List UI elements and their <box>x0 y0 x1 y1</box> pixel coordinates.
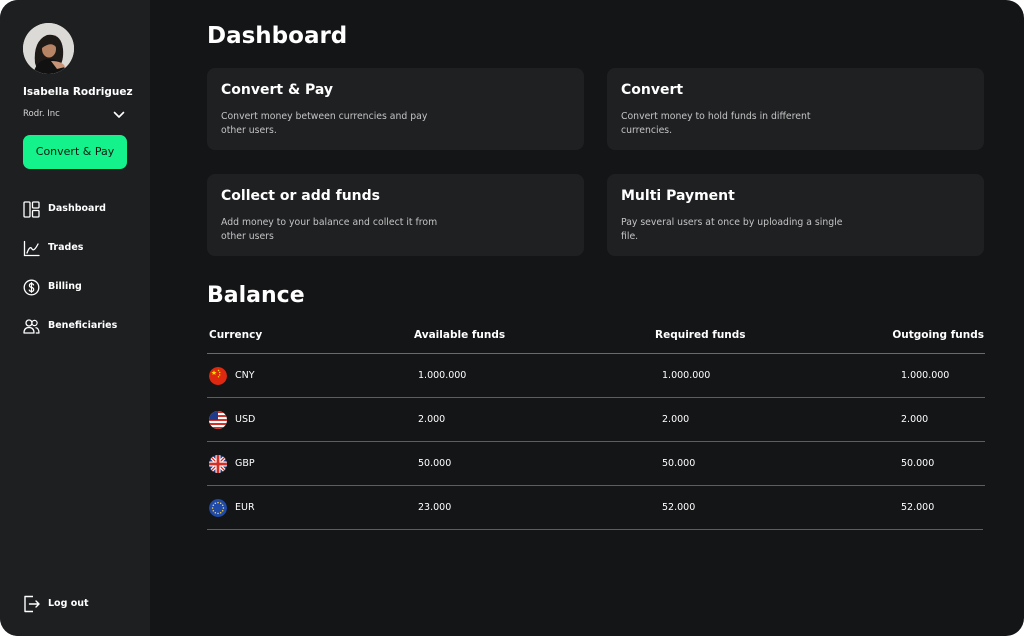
sidebar-item-beneficiaries[interactable]: Beneficiaries <box>23 318 138 336</box>
column-header-currency: Currency <box>209 329 263 341</box>
column-header-available: Available funds <box>414 329 506 341</box>
user-name: Isabella Rodriguez <box>23 86 133 98</box>
users-icon <box>23 319 40 334</box>
required-funds: 1.000.000 <box>662 370 711 381</box>
chart-icon <box>23 240 40 257</box>
balance-table-header: Currency Available funds Required funds … <box>207 327 985 354</box>
card-convert-pay[interactable]: Convert & Pay Convert money between curr… <box>207 68 584 150</box>
available-funds: 50.000 <box>418 458 452 469</box>
available-funds: 23.000 <box>418 502 452 513</box>
sidebar-item-label: Dashboard <box>48 203 106 214</box>
company-name: Rodr. Inc <box>23 109 60 119</box>
app-window: Isabella Rodriguez Rodr. Inc Convert & P… <box>0 0 1024 636</box>
logout-button[interactable]: Log out <box>23 595 123 613</box>
uk-flag-icon <box>209 455 227 473</box>
sidebar-item-label: Billing <box>48 281 82 292</box>
sidebar-item-label: Trades <box>48 242 84 253</box>
card-description: Convert money to hold funds in different… <box>621 111 811 136</box>
outgoing-funds: 2.000 <box>901 414 929 425</box>
card-description: Convert money between currencies and pay… <box>221 111 428 136</box>
currency-code: EUR <box>235 502 255 513</box>
card-convert[interactable]: Convert Convert money to hold funds in d… <box>607 68 984 150</box>
convert-pay-button[interactable]: Convert & Pay <box>23 135 127 169</box>
required-funds: 52.000 <box>662 502 696 513</box>
currency-code: USD <box>235 414 256 425</box>
required-funds: 50.000 <box>662 458 696 469</box>
available-funds: 2.000 <box>418 414 446 425</box>
table-row[interactable]: EUR 23.000 52.000 52.000 <box>207 486 983 530</box>
chevron-down-icon[interactable] <box>112 108 126 122</box>
card-title: Collect or add funds <box>221 188 380 204</box>
available-funds: 1.000.000 <box>418 370 467 381</box>
card-title: Multi Payment <box>621 188 735 204</box>
card-collect-add-funds[interactable]: Collect or add funds Add money to your b… <box>207 174 584 256</box>
china-flag-icon <box>209 367 227 385</box>
currency-code: CNY <box>235 370 255 381</box>
table-row[interactable]: GBP 50.000 50.000 50.000 <box>207 442 985 486</box>
column-header-outgoing: Outgoing funds <box>892 329 984 341</box>
card-title: Convert & Pay <box>221 82 334 98</box>
outgoing-funds: 52.000 <box>901 502 935 513</box>
sidebar: Isabella Rodriguez Rodr. Inc Convert & P… <box>0 0 150 636</box>
currency-code: GBP <box>235 458 255 469</box>
outgoing-funds: 1.000.000 <box>901 370 950 381</box>
page-title: Dashboard <box>207 23 348 49</box>
column-header-required: Required funds <box>655 329 746 341</box>
dollar-icon <box>23 279 40 296</box>
card-title: Convert <box>621 82 684 98</box>
company-selector[interactable]: Rodr. Inc <box>23 108 126 122</box>
logout-label: Log out <box>48 598 89 609</box>
sidebar-item-billing[interactable]: Billing <box>23 279 138 297</box>
eu-flag-icon <box>209 499 227 517</box>
usa-flag-icon <box>209 411 227 429</box>
sidebar-item-trades[interactable]: Trades <box>23 240 138 258</box>
table-row[interactable]: CNY 1.000.000 1.000.000 1.000.000 <box>207 354 985 398</box>
card-description: Pay several users at once by uploading a… <box>621 217 843 242</box>
table-row[interactable]: USD 2.000 2.000 2.000 <box>207 398 985 442</box>
logout-icon <box>24 595 40 613</box>
card-description: Add money to your balance and collect it… <box>221 217 438 242</box>
card-multi-payment[interactable]: Multi Payment Pay several users at once … <box>607 174 984 256</box>
sidebar-item-label: Beneficiaries <box>48 320 118 331</box>
avatar[interactable] <box>23 23 74 74</box>
sidebar-item-dashboard[interactable]: Dashboard <box>23 201 138 219</box>
dashboard-icon <box>23 201 40 218</box>
balance-title: Balance <box>207 283 305 308</box>
required-funds: 2.000 <box>662 414 690 425</box>
outgoing-funds: 50.000 <box>901 458 935 469</box>
